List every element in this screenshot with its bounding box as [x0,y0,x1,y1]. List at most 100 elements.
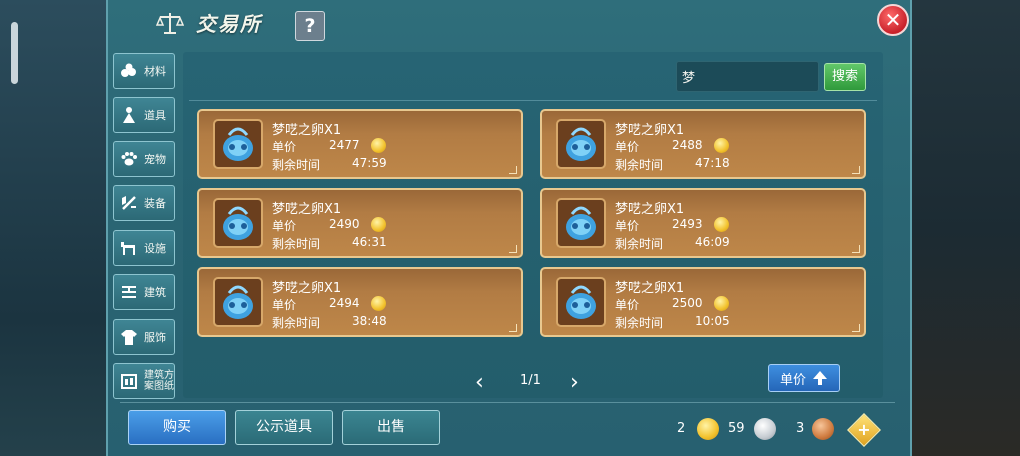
item-price: 2488 [672,138,703,152]
equipment-icon [119,193,139,213]
sidebar-item-facilities[interactable]: 设施 [113,230,175,266]
card-corner-ornament [509,245,517,253]
copper-coin-icon [812,418,834,440]
silver-amount: 59 [728,421,745,436]
item-name: 梦呓之卵X1 [272,281,342,296]
listing-card[interactable]: 梦呓之卵X1 单价 2477 剩余时间 47:59 [197,109,523,179]
public-items-tab[interactable]: 公示道具 [235,410,333,445]
sort-label: 单价 [779,372,806,388]
dream-egg-icon [556,277,606,327]
sidebar-item-blueprints[interactable]: 建筑方 案图纸 [113,363,175,399]
page-indicator: 1/1 [520,373,541,388]
divider [120,402,895,403]
sidebar-item-equipment[interactable]: 装备 [113,185,175,221]
time-label: 剩余时间 [615,237,664,251]
time-label: 剩余时间 [272,237,321,251]
sidebar-item-materials[interactable]: 材料 [113,53,175,89]
price-label: 单价 [272,140,297,154]
card-corner-ornament [852,324,860,332]
sidebar-item-label: 服饰 [144,331,166,344]
sidebar-item-label: 设施 [144,242,166,255]
item-price: 2477 [329,138,360,152]
sidebar-item-label-line2: 案图纸 [144,381,174,392]
dream-egg-icon [213,198,263,248]
item-price: 2494 [329,296,360,310]
gold-amount: 2 [677,421,686,436]
search-button[interactable]: 搜索 [824,63,866,91]
sidebar-item-label: 建筑方 案图纸 [144,370,174,392]
item-name: 梦呓之卵X1 [272,123,342,138]
item-name: 梦呓之卵X1 [272,202,342,217]
blueprint-icon [119,371,139,391]
item-price: 2490 [329,217,360,231]
sidebar-item-label: 装备 [144,197,166,210]
card-corner-ornament [852,166,860,174]
clothing-icon [119,327,139,347]
gold-coin-icon [371,217,386,232]
time-label: 剩余时间 [272,316,321,330]
gold-coin-icon [371,138,386,153]
background-right [910,0,1020,456]
sidebar-item-clothing[interactable]: 服饰 [113,319,175,355]
time-label: 剩余时间 [615,316,664,330]
dream-egg-icon [213,277,263,327]
close-button[interactable]: ✕ [877,4,909,36]
card-corner-ornament [509,166,517,174]
sidebar-item-buildings[interactable]: 建筑 [113,274,175,310]
facility-icon [119,238,139,258]
price-label: 单价 [615,219,640,233]
sidebar-item-label: 材料 [144,65,166,78]
time-remaining: 38:48 [352,314,387,328]
time-remaining: 47:18 [695,156,730,170]
sidebar-item-props[interactable]: 道具 [113,97,175,133]
plus-icon: + [857,420,871,439]
listing-card[interactable]: 梦呓之卵X1 单价 2500 剩余时间 10:05 [540,267,866,337]
time-remaining: 10:05 [695,314,730,328]
sidebar-item-label: 道具 [144,109,166,122]
time-label: 剩余时间 [272,158,321,172]
divider [189,100,877,101]
price-label: 单价 [615,298,640,312]
gold-coin-icon [714,217,729,232]
dream-egg-icon [556,119,606,169]
copper-amount: 3 [796,421,805,436]
sidebar-item-pets[interactable]: 宠物 [113,141,175,177]
page-title: 交易所 [196,12,262,36]
paw-icon [119,149,139,169]
item-name: 梦呓之卵X1 [615,281,685,296]
price-label: 单价 [272,219,297,233]
sort-arrow-up-icon [813,371,827,385]
gold-coin-icon [697,418,719,440]
dream-egg-icon [556,198,606,248]
item-price: 2500 [672,296,703,310]
next-page-button[interactable]: › [570,370,579,395]
prev-page-button[interactable]: ‹ [475,370,484,395]
item-price: 2493 [672,217,703,231]
sidebar-item-label-line1: 建筑方 [144,370,174,381]
gold-coin-icon [714,138,729,153]
buy-tab[interactable]: 购买 [128,410,226,445]
time-remaining: 47:59 [352,156,387,170]
gold-coin-icon [371,296,386,311]
sidebar-item-label: 建筑 [144,286,166,299]
card-corner-ornament [852,245,860,253]
listing-card[interactable]: 梦呓之卵X1 单价 2488 剩余时间 47:18 [540,109,866,179]
building-icon [119,282,139,302]
card-corner-ornament [509,324,517,332]
time-remaining: 46:09 [695,235,730,249]
listing-card[interactable]: 梦呓之卵X1 单价 2494 剩余时间 38:48 [197,267,523,337]
screen-edge-handle[interactable] [11,22,18,84]
help-button[interactable]: ? [295,11,325,41]
listing-card[interactable]: 梦呓之卵X1 单价 2493 剩余时间 46:09 [540,188,866,258]
props-icon [119,105,139,125]
sort-by-price-button[interactable]: 单价 [768,364,840,392]
gold-coin-icon [714,296,729,311]
scales-icon [156,13,184,34]
search-input[interactable] [676,61,819,92]
silver-coin-icon [754,418,776,440]
time-label: 剩余时间 [615,158,664,172]
listing-card[interactable]: 梦呓之卵X1 单价 2490 剩余时间 46:31 [197,188,523,258]
price-label: 单价 [615,140,640,154]
time-remaining: 46:31 [352,235,387,249]
sell-tab[interactable]: 出售 [342,410,440,445]
